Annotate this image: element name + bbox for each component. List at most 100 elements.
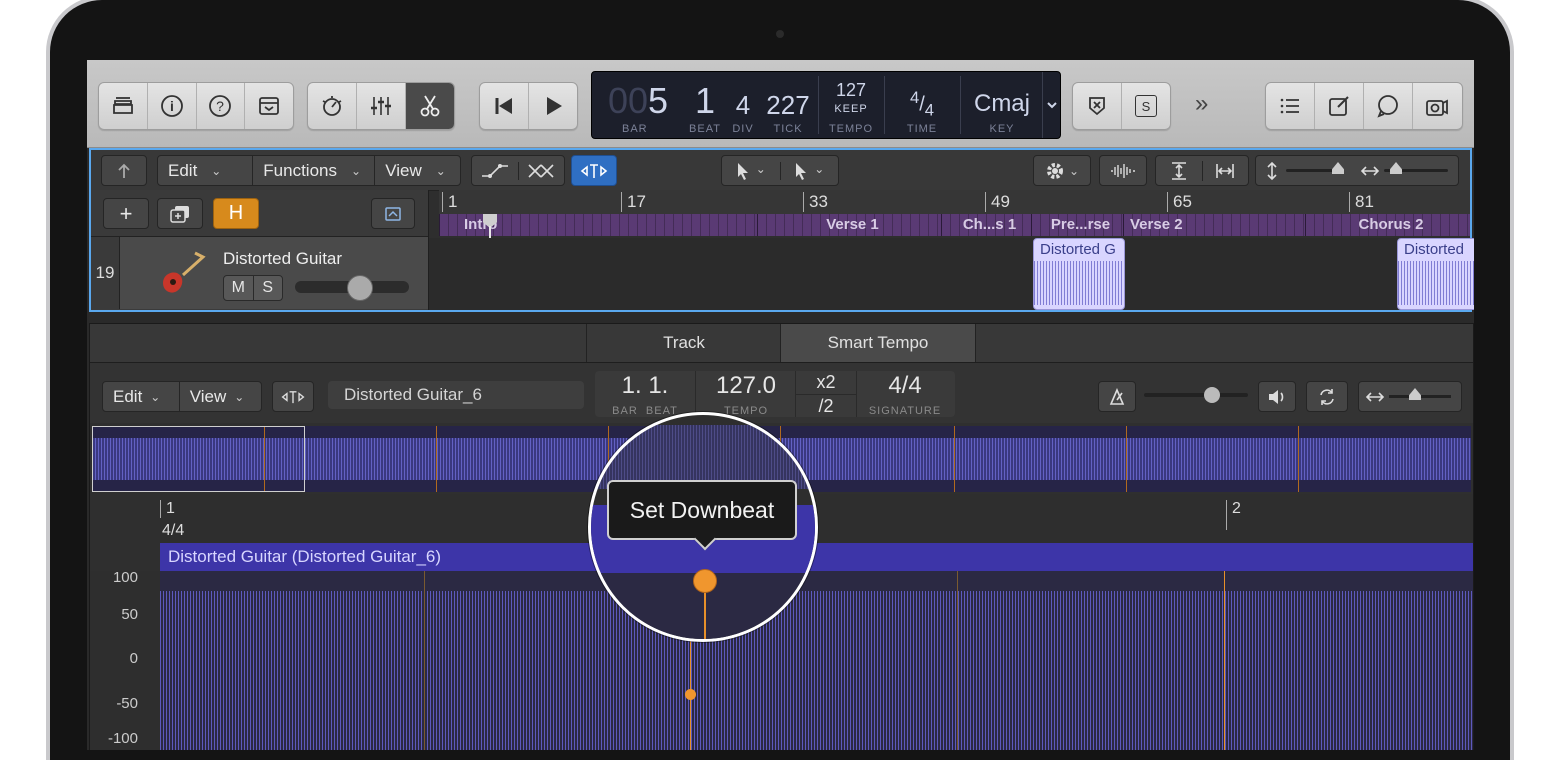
loop-browser-button[interactable] xyxy=(1364,83,1413,129)
mixer-button[interactable] xyxy=(357,83,406,129)
overview-bar-line xyxy=(1126,426,1127,492)
editor-view-menu[interactable]: View ⌄ xyxy=(180,382,261,411)
volume-knob[interactable] xyxy=(347,275,373,301)
lcd-key[interactable]: Cmaj KEY xyxy=(962,72,1042,138)
marker-verse-1[interactable]: Verse 1 xyxy=(757,214,941,236)
audio-region[interactable]: Distorted xyxy=(1397,238,1474,310)
half-tempo-button[interactable]: /2 xyxy=(796,395,856,417)
smart-controls-icon xyxy=(322,96,342,116)
horizontal-zoom-icon xyxy=(1360,165,1380,176)
solo-button[interactable]: S xyxy=(254,276,283,300)
transport-group xyxy=(479,82,578,130)
chevron-down-icon: ⌄ xyxy=(1068,163,1080,178)
count-in-button[interactable] xyxy=(1073,83,1122,129)
lcd-menu-button[interactable] xyxy=(1042,72,1061,138)
global-tracks-button[interactable] xyxy=(371,198,415,229)
left-click-tool[interactable]: ⌄ xyxy=(722,161,781,180)
library-button[interactable] xyxy=(99,83,148,129)
duplicate-track-button[interactable] xyxy=(157,198,203,229)
list-editors-button[interactable] xyxy=(1266,83,1315,129)
browsers-button[interactable] xyxy=(1413,83,1461,129)
play-button[interactable] xyxy=(529,83,577,129)
settings-menu[interactable]: ⌄ xyxy=(1033,155,1091,186)
horizontal-zoom-fit-button[interactable] xyxy=(1203,161,1249,181)
tracks-menu-bar: Edit ⌄ Functions ⌄ View ⌄ ⌄ ⌄ ⌄ xyxy=(91,150,1470,191)
flex-button[interactable] xyxy=(519,162,565,180)
lcd-div-value: 4 xyxy=(735,90,751,120)
pointer-icon xyxy=(796,162,807,180)
lcd-tempo[interactable]: 127 KEEP TEMPO xyxy=(820,72,882,138)
transient-handle[interactable] xyxy=(685,689,696,700)
preview-volume-slider[interactable] xyxy=(1144,393,1248,397)
file-name-field[interactable]: Distorted Guitar_6 xyxy=(328,381,584,409)
functions-menu[interactable]: Functions ⌄ xyxy=(253,156,376,185)
horizontal-zoom-thumb[interactable] xyxy=(1390,162,1402,174)
back-arrow-icon xyxy=(118,163,130,178)
lcd-time-label: TIME xyxy=(906,123,938,135)
vertical-zoom-fit-button[interactable] xyxy=(1156,160,1203,181)
back-button[interactable] xyxy=(101,155,147,186)
rewind-button[interactable] xyxy=(480,83,529,129)
tab-smart-tempo[interactable]: Smart Tempo xyxy=(780,324,976,362)
editor-tempo[interactable]: 127.0 TEMPO xyxy=(695,371,796,417)
marker-pre-chorus[interactable]: Pre...rse xyxy=(1031,214,1123,236)
mute-button[interactable]: M xyxy=(224,276,254,300)
inspector-button[interactable]: i xyxy=(148,83,197,129)
bar-ruler[interactable]: 1 17 33 49 65 81 xyxy=(439,190,1470,214)
hide-tracks-button[interactable]: H xyxy=(213,198,259,229)
waveform-zoom-button[interactable] xyxy=(1099,155,1147,186)
beat-marker[interactable] xyxy=(1224,571,1225,750)
editor-zoom-thumb[interactable] xyxy=(1409,388,1421,400)
automation-button[interactable] xyxy=(472,161,519,180)
beat-marker[interactable] xyxy=(957,571,958,750)
quick-help-button[interactable]: ? xyxy=(197,83,246,129)
more-buttons-icon[interactable]: » xyxy=(1195,90,1208,118)
downbeat-handle[interactable] xyxy=(693,569,717,593)
editor-edit-menu[interactable]: Edit ⌄ xyxy=(103,382,180,411)
edit-menu[interactable]: Edit ⌄ xyxy=(158,156,254,185)
amplitude-label: 100 xyxy=(112,569,138,586)
editor-position[interactable]: 1. 1. BAR BEAT xyxy=(595,371,695,417)
editor-signature[interactable]: 4/4 SIGNATURE xyxy=(855,371,955,417)
track-row-header[interactable]: 19 Distorted Guitar M S xyxy=(91,237,428,309)
catch-playhead-button[interactable] xyxy=(571,155,617,186)
add-track-button[interactable]: + xyxy=(103,198,149,229)
marker-verse-2[interactable]: Verse 2 xyxy=(1123,214,1305,236)
amplitude-label: -100 xyxy=(107,730,138,747)
solo-mode-button[interactable]: S xyxy=(1122,83,1170,129)
beat-marker[interactable] xyxy=(424,571,425,750)
editor-signature-value: 4/4 xyxy=(888,372,922,399)
note-pads-button[interactable] xyxy=(1315,83,1364,129)
chevron-down-icon: ⌄ xyxy=(211,163,222,178)
vertical-zoom-thumb[interactable] xyxy=(1332,162,1344,174)
editors-button[interactable] xyxy=(406,83,454,129)
amplitude-axis: 100 50 0 -50 -100 xyxy=(90,569,160,750)
marker-chorus-1[interactable]: Ch...s 1 xyxy=(941,214,1031,236)
set-downbeat-tooltip: Set Downbeat xyxy=(607,480,797,540)
functions-menu-label: Functions xyxy=(263,160,337,180)
speaker-button[interactable] xyxy=(1258,381,1296,412)
preview-volume-knob[interactable] xyxy=(1204,387,1220,403)
lcd-tempo-mode: KEEP xyxy=(834,103,868,115)
browsers-group xyxy=(1265,82,1463,130)
editor-catch-button[interactable] xyxy=(272,381,314,412)
toolbar-button[interactable] xyxy=(245,83,293,129)
tab-track[interactable]: Track xyxy=(586,324,782,362)
camera xyxy=(776,30,784,38)
smart-controls-button[interactable] xyxy=(308,83,357,129)
audio-region[interactable]: Distorted G xyxy=(1033,238,1125,310)
view-menu[interactable]: View ⌄ xyxy=(375,156,460,185)
editor-waveform[interactable] xyxy=(160,571,1473,750)
lcd-display[interactable]: 005 BAR 1 BEAT 4 DIV 227 TICK 127 KEEP T… xyxy=(591,71,1061,139)
cycle-button[interactable] xyxy=(1306,381,1348,412)
marker-chorus-2[interactable]: Chorus 2 xyxy=(1305,214,1470,236)
editor-zoom-slider[interactable] xyxy=(1358,381,1462,412)
command-click-tool[interactable]: ⌄ xyxy=(781,162,839,180)
audio-region-name: Distorted xyxy=(1404,241,1465,258)
metronome-button[interactable] xyxy=(1098,381,1136,412)
overview-visible-range[interactable] xyxy=(92,426,305,492)
double-tempo-button[interactable]: x2 xyxy=(796,371,856,395)
lcd-time-signature[interactable]: 4/4 TIME xyxy=(886,72,958,138)
track-name[interactable]: Distorted Guitar xyxy=(223,249,342,269)
editor-region-header[interactable]: Distorted Guitar (Distorted Guitar_6) xyxy=(160,543,1473,571)
